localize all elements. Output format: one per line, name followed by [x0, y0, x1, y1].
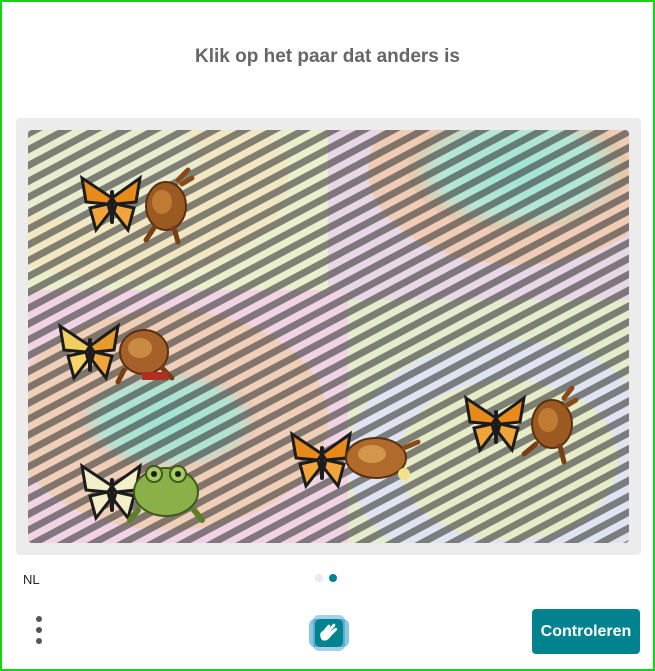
menu-button[interactable] — [28, 612, 50, 648]
captcha-frame: Klik op het paar dat anders is NL Contro… — [0, 0, 655, 671]
hcaptcha-logo[interactable] — [307, 613, 351, 658]
challenge-prompt: Klik op het paar dat anders is — [194, 46, 461, 67]
page-indicator — [315, 574, 337, 582]
challenge-container — [16, 118, 641, 555]
more-vertical-icon — [36, 616, 42, 644]
language-selector[interactable]: NL — [23, 572, 40, 587]
page-dot-2 — [329, 574, 337, 582]
hcaptcha-hand-icon — [309, 615, 349, 651]
page-dot-1 — [315, 574, 323, 582]
check-button[interactable]: Controleren — [532, 609, 640, 654]
challenge-image[interactable] — [28, 130, 629, 543]
